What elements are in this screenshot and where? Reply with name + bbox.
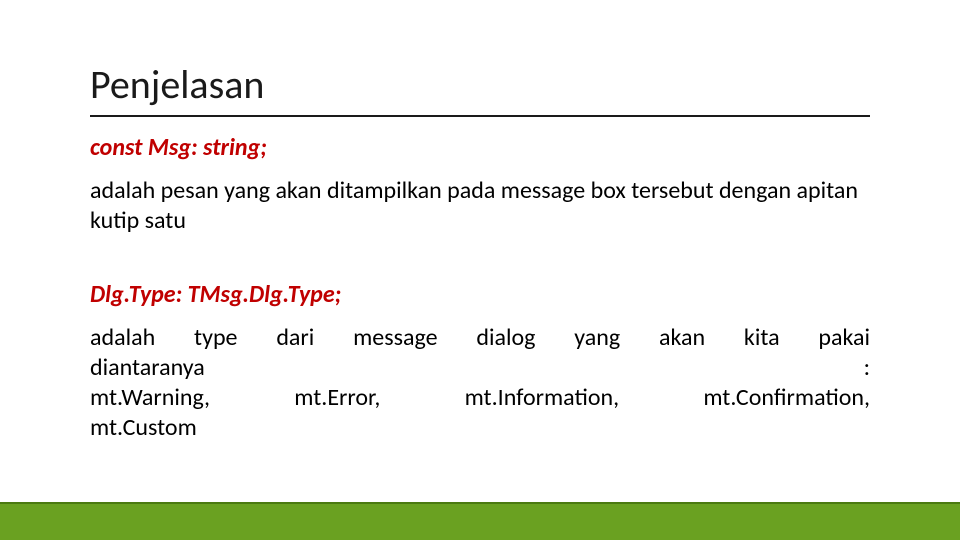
desc2-l1: adalah type dari message dialog yang aka… (90, 323, 870, 352)
desc2-l3-b: mt.Error, (294, 383, 380, 413)
desc2-l3-a: mt.Warning, (90, 383, 210, 413)
slide-title: Penjelasan (90, 60, 870, 117)
footer-bar (0, 504, 960, 540)
desc2-word: adalah type dari message dialog yang aka… (90, 323, 870, 353)
code-line-2: Dlg.Type: TMsg.Dlg.Type; (90, 280, 870, 309)
slide-container: Penjelasan const Msg: string; adalah pes… (0, 0, 960, 540)
desc-paragraph-2: adalah type dari message dialog yang aka… (90, 323, 870, 443)
desc-paragraph-1: adalah pesan yang akan ditampilkan pada … (90, 176, 870, 236)
desc2-l2-right: : (864, 353, 870, 383)
desc2-l4: mt.Custom (90, 413, 197, 442)
desc2-l3-c: mt.Information, (465, 383, 619, 413)
desc2-l2-left: diantaranya (90, 353, 205, 383)
desc2-l3-d: mt.Confirmation, (703, 383, 870, 413)
code-line-1: const Msg: string; (90, 133, 870, 162)
